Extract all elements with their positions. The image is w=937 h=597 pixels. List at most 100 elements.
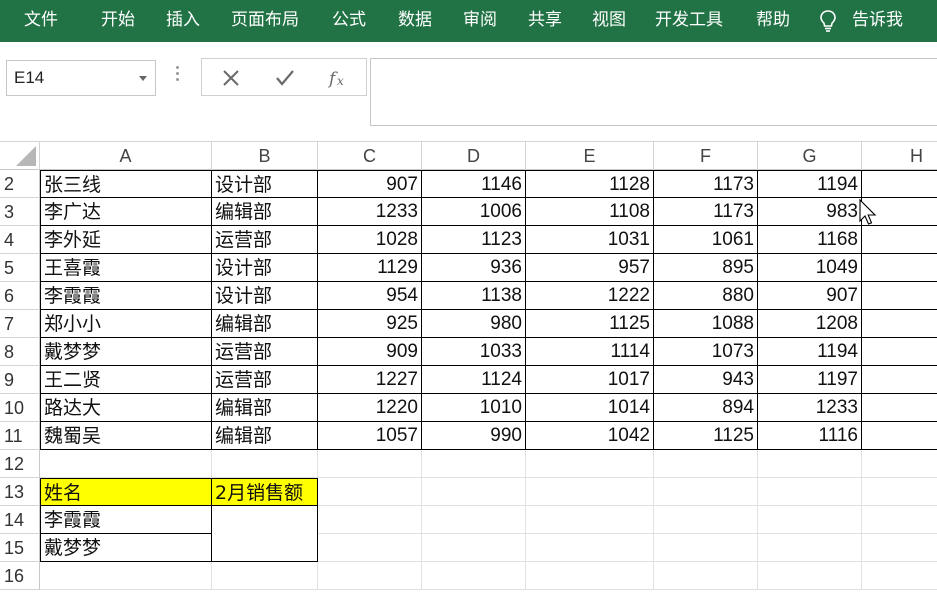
cell-a4[interactable]: 李外延 [40,226,212,254]
cell-e5[interactable]: 957 [526,254,654,282]
cell-h11[interactable]: 8 [862,422,937,450]
cell-f8[interactable]: 1073 [654,338,758,366]
tab-review[interactable]: 审阅 [463,0,497,42]
cell-e11[interactable]: 1042 [526,422,654,450]
cell-b12[interactable] [212,450,318,478]
cell-d6[interactable]: 1138 [422,282,526,310]
cell-a3[interactable]: 李广达 [40,198,212,226]
lightbulb-icon[interactable] [819,9,837,33]
tab-file[interactable]: 文件 [24,0,58,42]
tab-view[interactable]: 视图 [592,0,626,42]
row-header-7[interactable]: 7 [0,310,40,338]
cell-f10[interactable]: 894 [654,394,758,422]
row-header-11[interactable]: 11 [0,422,40,450]
cell-d7[interactable]: 980 [422,310,526,338]
cell-c14[interactable] [318,506,422,534]
cell-e10[interactable]: 1014 [526,394,654,422]
cell-f5[interactable]: 895 [654,254,758,282]
column-header-e[interactable]: E [526,142,654,170]
cell-g4[interactable]: 1168 [758,226,862,254]
cell-g8[interactable]: 1194 [758,338,862,366]
cell-d9[interactable]: 1124 [422,366,526,394]
chevron-down-icon[interactable] [139,76,147,81]
cell-f15[interactable] [654,534,758,562]
cell-d11[interactable]: 990 [422,422,526,450]
column-header-a[interactable]: A [40,142,212,170]
cell-a13[interactable]: 姓名 [40,478,212,506]
cell-e6[interactable]: 1222 [526,282,654,310]
cell-d13[interactable] [422,478,526,506]
cell-h12[interactable] [862,450,937,478]
cell-b9[interactable]: 运营部 [212,366,318,394]
cell-e14[interactable] [526,506,654,534]
cell-h8[interactable]: 10 [862,338,937,366]
cell-b16[interactable] [212,562,318,590]
cell-f11[interactable]: 1125 [654,422,758,450]
tell-me-search[interactable]: 告诉我 [852,0,903,42]
cell-f7[interactable]: 1088 [654,310,758,338]
cell-c5[interactable]: 1129 [318,254,422,282]
cell-d12[interactable] [422,450,526,478]
cell-g6[interactable]: 907 [758,282,862,310]
cell-a14[interactable]: 李霞霞 [40,506,212,534]
cell-c9[interactable]: 1227 [318,366,422,394]
cell-d8[interactable]: 1033 [422,338,526,366]
cell-g5[interactable]: 1049 [758,254,862,282]
cell-d5[interactable]: 936 [422,254,526,282]
cell-g12[interactable] [758,450,862,478]
cell-c4[interactable]: 1028 [318,226,422,254]
cell-g14[interactable] [758,506,862,534]
cell-a5[interactable]: 王喜霞 [40,254,212,282]
cell-d4[interactable]: 1123 [422,226,526,254]
cell-f2[interactable]: 1173 [654,170,758,198]
cell-e2[interactable]: 1128 [526,170,654,198]
cell-e8[interactable]: 1114 [526,338,654,366]
cell-b14[interactable] [212,506,318,562]
tab-help[interactable]: 帮助 [756,0,790,42]
cell-b8[interactable]: 运营部 [212,338,318,366]
cell-c16[interactable] [318,562,422,590]
cell-h7[interactable]: 10 [862,310,937,338]
cell-h15[interactable] [862,534,937,562]
cell-d16[interactable] [422,562,526,590]
cell-f14[interactable] [654,506,758,534]
cell-e9[interactable]: 1017 [526,366,654,394]
cell-d15[interactable] [422,534,526,562]
cell-h14[interactable] [862,506,937,534]
cell-a10[interactable]: 路达大 [40,394,212,422]
tab-home[interactable]: 开始 [101,0,135,42]
cell-c12[interactable] [318,450,422,478]
row-header-12[interactable]: 12 [0,450,40,478]
cell-f3[interactable]: 1173 [654,198,758,226]
cell-b4[interactable]: 运营部 [212,226,318,254]
cell-c3[interactable]: 1233 [318,198,422,226]
cell-a7[interactable]: 郑小小 [40,310,212,338]
cell-f4[interactable]: 1061 [654,226,758,254]
cell-e3[interactable]: 1108 [526,198,654,226]
row-header-13[interactable]: 13 [0,478,40,506]
cell-e13[interactable] [526,478,654,506]
tab-developer[interactable]: 开发工具 [655,0,723,42]
cell-b10[interactable]: 编辑部 [212,394,318,422]
cell-h13[interactable] [862,478,937,506]
cell-a11[interactable]: 魏蜀吴 [40,422,212,450]
check-icon[interactable] [272,65,298,91]
cell-h9[interactable]: 10 [862,366,937,394]
cell-f6[interactable]: 880 [654,282,758,310]
cell-g11[interactable]: 1116 [758,422,862,450]
cell-g7[interactable]: 1208 [758,310,862,338]
row-header-4[interactable]: 4 [0,226,40,254]
cell-a6[interactable]: 李霞霞 [40,282,212,310]
cell-a2[interactable]: 张三线 [40,170,212,198]
formula-input[interactable] [370,58,937,126]
column-header-g[interactable]: G [758,142,862,170]
cell-e4[interactable]: 1031 [526,226,654,254]
cell-b11[interactable]: 编辑部 [212,422,318,450]
cell-h6[interactable]: 11 [862,282,937,310]
row-header-8[interactable]: 8 [0,338,40,366]
cell-d3[interactable]: 1006 [422,198,526,226]
cell-h4[interactable]: 9 [862,226,937,254]
row-header-16[interactable]: 16 [0,562,40,590]
cell-b5[interactable]: 设计部 [212,254,318,282]
cell-f16[interactable] [654,562,758,590]
